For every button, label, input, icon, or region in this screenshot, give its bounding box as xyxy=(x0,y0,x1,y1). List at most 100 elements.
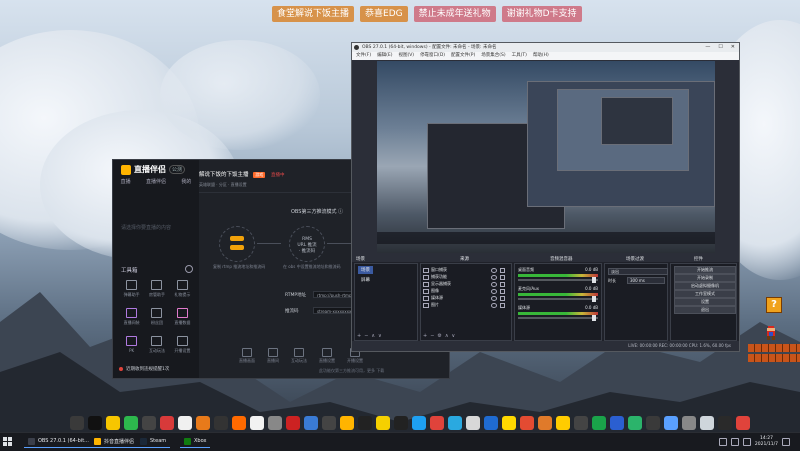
dock-app-icon[interactable] xyxy=(592,416,606,430)
sidebar-nav-item[interactable]: 直播伴侣 xyxy=(146,178,166,185)
dock-app-icon[interactable] xyxy=(682,416,696,430)
maximize-icon[interactable]: ☐ xyxy=(718,44,722,50)
obs-mode-help[interactable]: OBS第三方推流模式 ⓘ xyxy=(291,208,343,215)
dock-app-icon[interactable] xyxy=(322,416,336,430)
tool-item[interactable]: 弹幕助手 xyxy=(119,280,144,298)
start-recording-button[interactable]: 开始录制 xyxy=(674,274,736,282)
dock-app-icon[interactable] xyxy=(412,416,426,430)
lock-icon[interactable] xyxy=(500,281,505,287)
tool-item[interactable]: 礼物提示 xyxy=(170,280,195,298)
footer-item[interactable]: 直播画面 xyxy=(239,348,255,364)
dock-app-icon[interactable] xyxy=(232,416,246,430)
settings-button[interactable]: 设置 xyxy=(674,298,736,306)
dock-app-icon[interactable] xyxy=(178,416,192,430)
lock-icon[interactable] xyxy=(500,295,505,301)
dock-app-icon[interactable] xyxy=(304,416,318,430)
dock-app-icon[interactable] xyxy=(538,416,552,430)
dock-app-icon[interactable] xyxy=(610,416,624,430)
violation-notice[interactable]: 近期收到违规提醒1次 xyxy=(119,366,169,372)
taskbar-item-steam[interactable]: Steam xyxy=(136,435,171,448)
sidebar-nav-item[interactable]: 我的 xyxy=(181,178,191,185)
dock-app-icon[interactable] xyxy=(268,416,282,430)
source-row[interactable]: 媒体源 xyxy=(423,295,509,301)
taskbar-item-companion[interactable]: 抖音直播伴侣 xyxy=(90,435,139,448)
transition-select[interactable]: 淡出 xyxy=(608,268,668,275)
volume-fader[interactable] xyxy=(518,296,598,302)
dock-app-icon[interactable] xyxy=(502,416,516,430)
virtual-camera-button[interactable]: 启动虚拟摄像机 xyxy=(674,282,736,290)
eye-icon[interactable] xyxy=(491,267,497,273)
lock-icon[interactable] xyxy=(500,288,505,294)
network-icon[interactable] xyxy=(718,438,727,446)
menu-item[interactable]: 停靠窗口(D) xyxy=(420,52,445,60)
dock-app-icon[interactable] xyxy=(448,416,462,430)
footer-item[interactable]: 直播设置 xyxy=(319,348,335,364)
menu-item[interactable]: 工具(T) xyxy=(512,52,527,60)
menu-item[interactable]: 帮助(H) xyxy=(533,52,549,60)
dock-app-icon[interactable] xyxy=(160,416,174,430)
menu-item[interactable]: 配置文件(P) xyxy=(451,52,475,60)
eye-icon[interactable] xyxy=(491,281,497,287)
toolbox-settings-icon[interactable] xyxy=(185,265,193,273)
menu-item[interactable]: 文件(F) xyxy=(356,52,371,60)
obs-preview-canvas[interactable] xyxy=(377,61,715,253)
dock-app-icon[interactable] xyxy=(88,416,102,430)
obs-titlebar[interactable]: OBS 27.0.1 (64-bit, windows) - 配置文件: 未命名… xyxy=(352,43,739,52)
scene-item[interactable]: 屏幕 xyxy=(358,276,373,284)
dock-app-icon[interactable] xyxy=(466,416,480,430)
eye-icon[interactable] xyxy=(491,302,497,308)
dock-app-icon[interactable] xyxy=(340,416,354,430)
dock-app-icon[interactable] xyxy=(718,416,732,430)
dock-app-icon[interactable] xyxy=(358,416,372,430)
source-toolbar[interactable]: +−⚙∧∨ xyxy=(423,333,458,339)
eye-icon[interactable] xyxy=(491,288,497,294)
taskbar-item-obs[interactable]: OBS 27.0.1 (64-bit... xyxy=(24,435,93,448)
tool-item[interactable]: 互动玩法 xyxy=(144,336,169,354)
dock-app-icon[interactable] xyxy=(700,416,714,430)
tool-item[interactable]: 粉丝团 xyxy=(144,308,169,326)
start-streaming-button[interactable]: 开始推流 xyxy=(674,266,736,274)
volume-icon[interactable] xyxy=(730,438,739,446)
lock-icon[interactable] xyxy=(500,274,505,280)
tool-item[interactable]: 房管助手 xyxy=(144,280,169,298)
dock-app-icon[interactable] xyxy=(628,416,642,430)
scene-toolbar[interactable]: +−∧∨ xyxy=(357,333,385,339)
lock-icon[interactable] xyxy=(500,302,505,308)
minimize-icon[interactable]: — xyxy=(705,44,710,50)
volume-fader[interactable] xyxy=(518,315,598,321)
dock-app-icon[interactable] xyxy=(70,416,84,430)
dock-app-icon[interactable] xyxy=(124,416,138,430)
dock-app-icon[interactable] xyxy=(484,416,498,430)
close-icon[interactable]: ✕ xyxy=(731,44,735,50)
menu-item[interactable]: 视图(V) xyxy=(398,52,414,60)
dock-app-icon[interactable] xyxy=(142,416,156,430)
dock-app-icon[interactable] xyxy=(646,416,660,430)
dock-app-icon[interactable] xyxy=(556,416,570,430)
notification-icon[interactable] xyxy=(782,438,790,446)
duration-input[interactable]: 300 ms xyxy=(627,277,665,284)
ime-icon[interactable] xyxy=(742,438,751,446)
source-row[interactable]: 显示器捕获 xyxy=(423,281,509,287)
fader-knob[interactable] xyxy=(592,277,596,283)
dock-app-icon[interactable] xyxy=(430,416,444,430)
fader-knob[interactable] xyxy=(592,315,596,321)
menu-item[interactable]: 编辑(E) xyxy=(377,52,392,60)
fader-knob[interactable] xyxy=(592,296,596,302)
system-clock[interactable]: 14:27 2021/11/7 xyxy=(755,436,778,448)
tool-item[interactable]: PK xyxy=(119,336,144,354)
sidebar-nav-item[interactable]: 直播 xyxy=(121,178,131,185)
lock-icon[interactable] xyxy=(500,267,505,273)
exit-button[interactable]: 退出 xyxy=(674,306,736,314)
dock-app-icon[interactable] xyxy=(736,416,750,430)
dock-app-icon[interactable] xyxy=(286,416,300,430)
dock-app-icon[interactable] xyxy=(520,416,534,430)
dock-app-icon[interactable] xyxy=(250,416,264,430)
dock-app-icon[interactable] xyxy=(664,416,678,430)
dock-app-icon[interactable] xyxy=(196,416,210,430)
eye-icon[interactable] xyxy=(491,274,497,280)
dock-app-icon[interactable] xyxy=(394,416,408,430)
studio-mode-button[interactable]: 工作室模式 xyxy=(674,290,736,298)
obs-window[interactable]: OBS 27.0.1 (64-bit, windows) - 配置文件: 未命名… xyxy=(351,42,740,352)
eye-icon[interactable] xyxy=(491,295,497,301)
menu-item[interactable]: 场景集合(S) xyxy=(481,52,505,60)
